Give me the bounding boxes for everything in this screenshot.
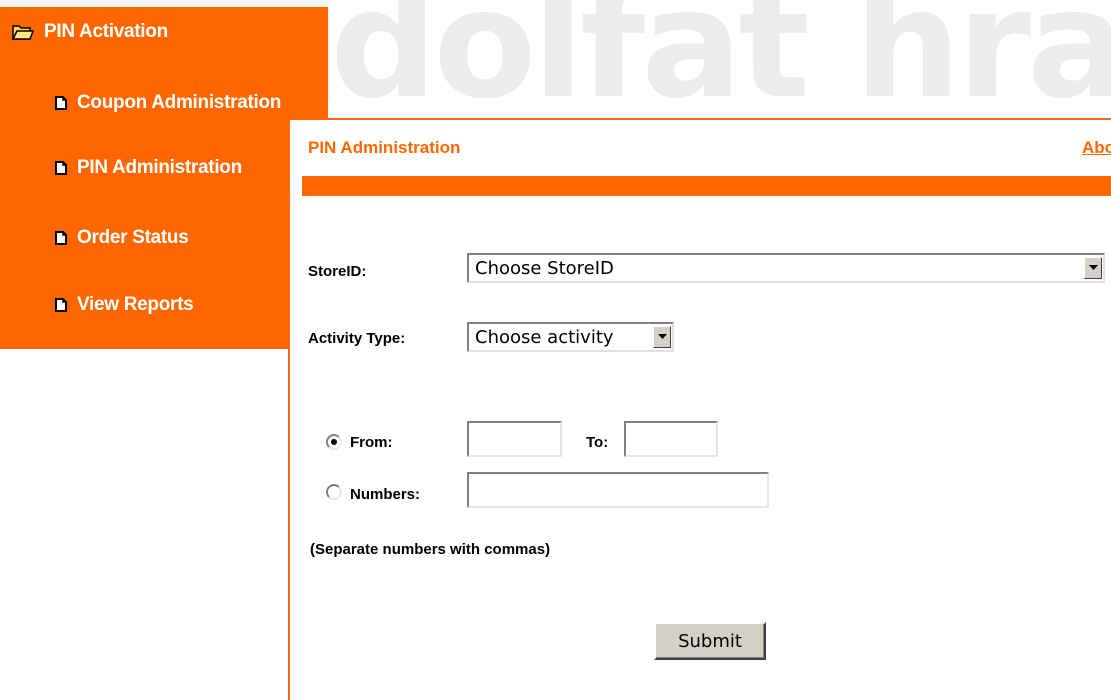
document-icon [54, 230, 68, 246]
sidebar-item-label: PIN Administration [77, 157, 242, 178]
pin-administration-panel: PIN Administration About StoreID: Choose… [288, 118, 1111, 700]
sidebar-menu: PIN Activation Coupon Administration PIN… [0, 7, 328, 349]
sidebar-item-view-reports[interactable]: View Reports [54, 291, 194, 319]
from-radio[interactable] [326, 434, 342, 450]
activity-type-select-value: Choose activity [475, 326, 614, 348]
store-id-select[interactable]: Choose StoreID [467, 253, 1105, 283]
separator-note: (Separate numbers with commas) [310, 541, 551, 558]
chevron-down-icon[interactable] [1084, 257, 1102, 279]
from-input[interactable] [467, 421, 562, 457]
background-watermark: dolfat hra [330, 0, 1111, 120]
sidebar-item-pin-administration[interactable]: PIN Administration [54, 154, 242, 182]
sidebar-item-order-status[interactable]: Order Status [54, 224, 189, 252]
about-link[interactable]: About [1082, 138, 1111, 158]
document-icon [54, 95, 68, 111]
activity-type-select[interactable]: Choose activity [467, 322, 674, 352]
document-icon [54, 160, 68, 176]
store-id-label: StoreID: [308, 263, 367, 280]
folder-open-icon [12, 23, 34, 41]
document-icon [54, 297, 68, 313]
numbers-radio[interactable] [326, 484, 342, 500]
numbers-label: Numbers: [350, 486, 421, 503]
sidebar-item-label: Coupon Administration [77, 92, 282, 113]
to-label: To: [586, 434, 609, 451]
to-input[interactable] [624, 421, 718, 457]
store-id-select-value: Choose StoreID [475, 257, 614, 279]
menu-root-pin-activation[interactable]: PIN Activation [12, 18, 168, 46]
panel-title: PIN Administration [308, 138, 461, 157]
from-label: From: [350, 434, 393, 451]
radio-selected-dot [331, 439, 337, 445]
chevron-down-icon[interactable] [653, 326, 671, 348]
menu-root-label: PIN Activation [44, 21, 168, 42]
activity-type-label: Activity Type: [308, 330, 406, 347]
header-bar [302, 176, 1111, 196]
sidebar-item-coupon-administration[interactable]: Coupon Administration [54, 89, 281, 117]
sidebar-item-label: View Reports [77, 294, 194, 315]
sidebar-item-label: Order Status [77, 227, 189, 248]
numbers-input[interactable] [467, 472, 769, 508]
submit-button[interactable]: Submit [654, 622, 766, 660]
